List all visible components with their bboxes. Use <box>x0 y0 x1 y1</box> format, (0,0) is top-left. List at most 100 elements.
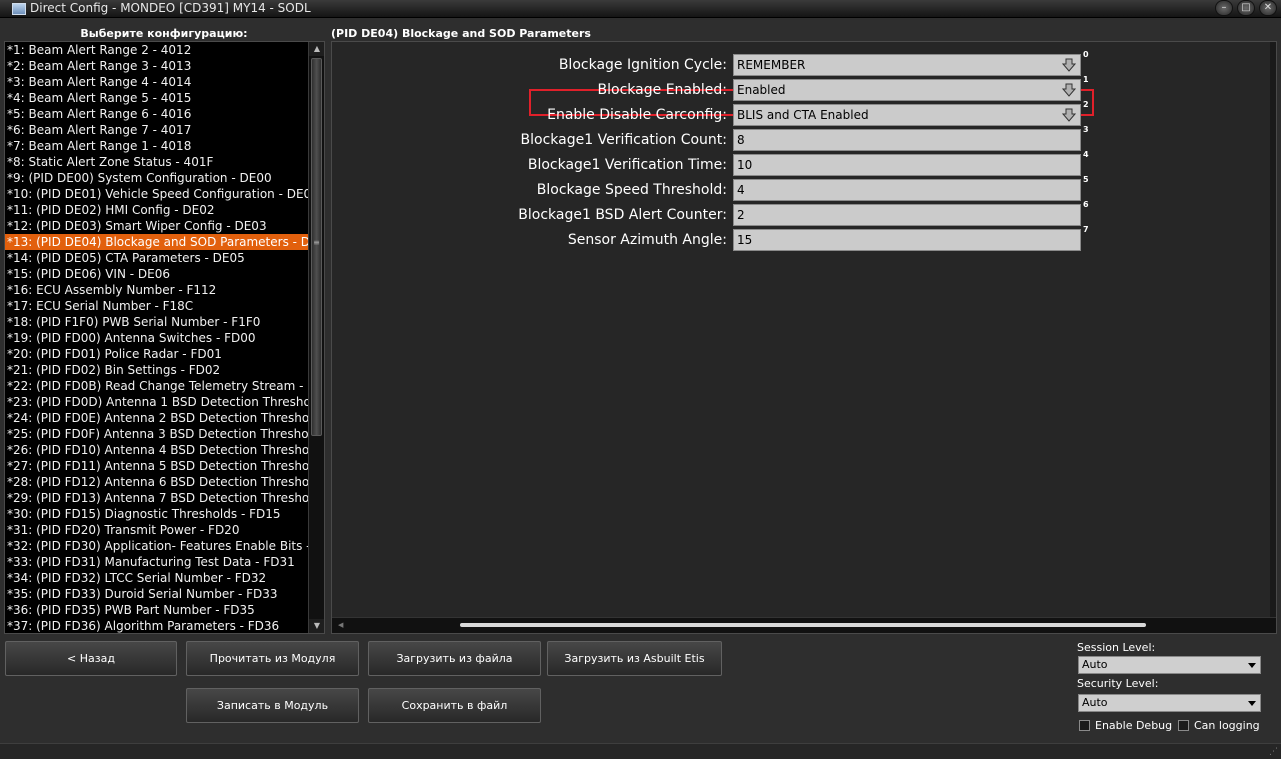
list-item[interactable]: *17: ECU Serial Number - F18C <box>5 298 308 314</box>
param-index: 4 <box>1083 150 1089 159</box>
list-item[interactable]: *33: (PID FD31) Manufacturing Test Data … <box>5 554 308 570</box>
param-index: 5 <box>1083 175 1089 184</box>
param-index: 2 <box>1083 100 1089 109</box>
list-item[interactable]: *3: Beam Alert Range 4 - 4014 <box>5 74 308 90</box>
list-item[interactable]: *34: (PID FD32) LTCC Serial Number - FD3… <box>5 570 308 586</box>
list-item[interactable]: *18: (PID F1F0) PWB Serial Number - F1F0 <box>5 314 308 330</box>
list-item[interactable]: *7: Beam Alert Range 1 - 4018 <box>5 138 308 154</box>
load-asbuilt-button[interactable]: Загрузить из Asbuilt Etis <box>547 641 722 676</box>
load-file-button[interactable]: Загрузить из файла <box>368 641 541 676</box>
write-module-button[interactable]: Записать в Модуль <box>186 688 359 723</box>
list-item[interactable]: *19: (PID FD00) Antenna Switches - FD00 <box>5 330 308 346</box>
params-hscroll[interactable]: ◀ <box>332 617 1276 633</box>
list-item[interactable]: *37: (PID FD36) Algorithm Parameters - F… <box>5 618 308 633</box>
security-level-value: Auto <box>1082 696 1108 709</box>
enable-debug-label: Enable Debug <box>1095 719 1173 732</box>
param-input[interactable]: 15 <box>733 229 1081 251</box>
list-item[interactable]: *29: (PID FD13) Antenna 7 BSD Detection … <box>5 490 308 506</box>
param-label: Sensor Azimuth Angle: <box>567 232 727 248</box>
param-index: 6 <box>1083 200 1089 209</box>
list-item[interactable]: *26: (PID FD10) Antenna 4 BSD Detection … <box>5 442 308 458</box>
param-value: Enabled <box>737 83 786 97</box>
save-file-button[interactable]: Сохранить в файл <box>368 688 541 723</box>
list-item[interactable]: *24: (PID FD0E) Antenna 2 BSD Detection … <box>5 410 308 426</box>
list-item[interactable]: *6: Beam Alert Range 7 - 4017 <box>5 122 308 138</box>
list-item[interactable]: *35: (PID FD33) Duroid Serial Number - F… <box>5 586 308 602</box>
title-bar: Direct Config - MONDEO [CD391] MY14 - SO… <box>0 0 1281 18</box>
can-logging-checkbox[interactable] <box>1178 720 1189 731</box>
param-dropdown[interactable]: REMEMBER <box>733 54 1081 76</box>
list-item[interactable]: *27: (PID FD11) Antenna 5 BSD Detection … <box>5 458 308 474</box>
param-label: Blockage Ignition Cycle: <box>558 57 727 73</box>
hscroll-left-icon[interactable]: ◀ <box>338 621 358 629</box>
param-value: BLIS and CTA Enabled <box>737 108 869 122</box>
param-label: Enable Disable Carconfig: <box>547 107 727 123</box>
scroll-up-icon[interactable]: ▲ <box>309 42 324 56</box>
list-item[interactable]: *15: (PID DE06) VIN - DE06 <box>5 266 308 282</box>
close-button[interactable]: ✕ <box>1259 0 1277 16</box>
param-value: 2 <box>737 208 745 222</box>
list-item[interactable]: *5: Beam Alert Range 6 - 4016 <box>5 106 308 122</box>
param-input[interactable]: 8 <box>733 129 1081 151</box>
list-item[interactable]: *9: (PID DE00) System Configuration - DE… <box>5 170 308 186</box>
dropdown-arrow-icon[interactable] <box>1062 58 1076 72</box>
read-module-button[interactable]: Прочитать из Модуля <box>186 641 359 676</box>
back-button[interactable]: < Назад <box>5 641 177 676</box>
param-label: Blockage1 Verification Count: <box>520 132 727 148</box>
param-value: 8 <box>737 133 745 147</box>
dropdown-arrow-icon[interactable] <box>1062 108 1076 122</box>
param-input[interactable]: 2 <box>733 204 1081 226</box>
dropdown-arrow-icon[interactable] <box>1062 83 1076 97</box>
list-item[interactable]: *28: (PID FD12) Antenna 6 BSD Detection … <box>5 474 308 490</box>
param-value: 10 <box>737 158 753 172</box>
list-item[interactable]: *8: Static Alert Zone Status - 401F <box>5 154 308 170</box>
param-input[interactable]: 4 <box>733 179 1081 201</box>
maximize-button[interactable]: □ <box>1237 0 1255 16</box>
param-index: 1 <box>1083 75 1089 84</box>
app-icon <box>12 3 26 15</box>
list-item[interactable]: *30: (PID FD15) Diagnostic Thresholds - … <box>5 506 308 522</box>
list-item[interactable]: *21: (PID FD02) Bin Settings - FD02 <box>5 362 308 378</box>
param-dropdown[interactable]: BLIS and CTA Enabled <box>733 104 1081 126</box>
list-item[interactable]: *16: ECU Assembly Number - F112 <box>5 282 308 298</box>
session-level-label: Session Level: <box>1077 641 1156 654</box>
param-value: 15 <box>737 233 753 247</box>
param-label: Blockage Enabled: <box>597 82 727 98</box>
list-item[interactable]: *13: (PID DE04) Blockage and SOD Paramet… <box>5 234 308 250</box>
hscroll-thumb[interactable] <box>460 623 1146 627</box>
params-vscroll[interactable] <box>1270 42 1276 617</box>
window-controls: – □ ✕ <box>1215 0 1277 16</box>
config-list-items: *1: Beam Alert Range 2 - 4012 *2: Beam Al… <box>5 42 308 633</box>
param-label: Blockage1 BSD Alert Counter: <box>518 207 727 223</box>
list-item[interactable]: *1: Beam Alert Range 2 - 4012 <box>5 42 308 58</box>
list-item[interactable]: *20: (PID FD01) Police Radar - FD01 <box>5 346 308 362</box>
list-item[interactable]: *23: (PID FD0D) Antenna 1 BSD Detection … <box>5 394 308 410</box>
list-item[interactable]: *11: (PID DE02) HMI Config - DE02 <box>5 202 308 218</box>
param-dropdown[interactable]: Enabled <box>733 79 1081 101</box>
list-item[interactable]: *4: Beam Alert Range 5 - 4015 <box>5 90 308 106</box>
scroll-down-icon[interactable]: ▼ <box>309 619 324 633</box>
list-item[interactable]: *14: (PID DE05) CTA Parameters - DE05 <box>5 250 308 266</box>
list-item[interactable]: *25: (PID FD0F) Antenna 3 BSD Detection … <box>5 426 308 442</box>
scrollbar-thumb[interactable] <box>311 58 322 436</box>
security-level-select[interactable]: Auto <box>1078 694 1261 712</box>
list-item[interactable]: *22: (PID FD0B) Read Change Telemetry St… <box>5 378 308 394</box>
list-item[interactable]: *36: (PID FD35) PWB Part Number - FD35 <box>5 602 308 618</box>
enable-debug-checkbox[interactable] <box>1079 720 1090 731</box>
list-item[interactable]: *32: (PID FD30) Application- Features En… <box>5 538 308 554</box>
resize-grip-icon[interactable]: ⋰ <box>1269 747 1278 757</box>
chevron-down-icon <box>1248 701 1256 706</box>
list-item[interactable]: *10: (PID DE01) Vehicle Speed Configurat… <box>5 186 308 202</box>
minimize-button[interactable]: – <box>1215 0 1233 16</box>
list-item[interactable]: *12: (PID DE03) Smart Wiper Config - DE0… <box>5 218 308 234</box>
session-level-select[interactable]: Auto <box>1078 656 1261 674</box>
chevron-down-icon <box>1248 663 1256 668</box>
param-input[interactable]: 10 <box>733 154 1081 176</box>
config-list-scrollbar[interactable]: ▲ ≡ ▼ <box>308 42 324 633</box>
list-item[interactable]: *31: (PID FD20) Transmit Power - FD20 <box>5 522 308 538</box>
param-label: Blockage1 Verification Time: <box>527 157 727 173</box>
list-item[interactable]: *2: Beam Alert Range 3 - 4013 <box>5 58 308 74</box>
config-list-header: Выберите конфигурацию: <box>80 27 248 40</box>
params-list: Blockage Ignition Cycle: REMEMBER 0 Blockag… <box>332 42 1276 617</box>
param-label: Blockage Speed Threshold: <box>536 182 727 198</box>
